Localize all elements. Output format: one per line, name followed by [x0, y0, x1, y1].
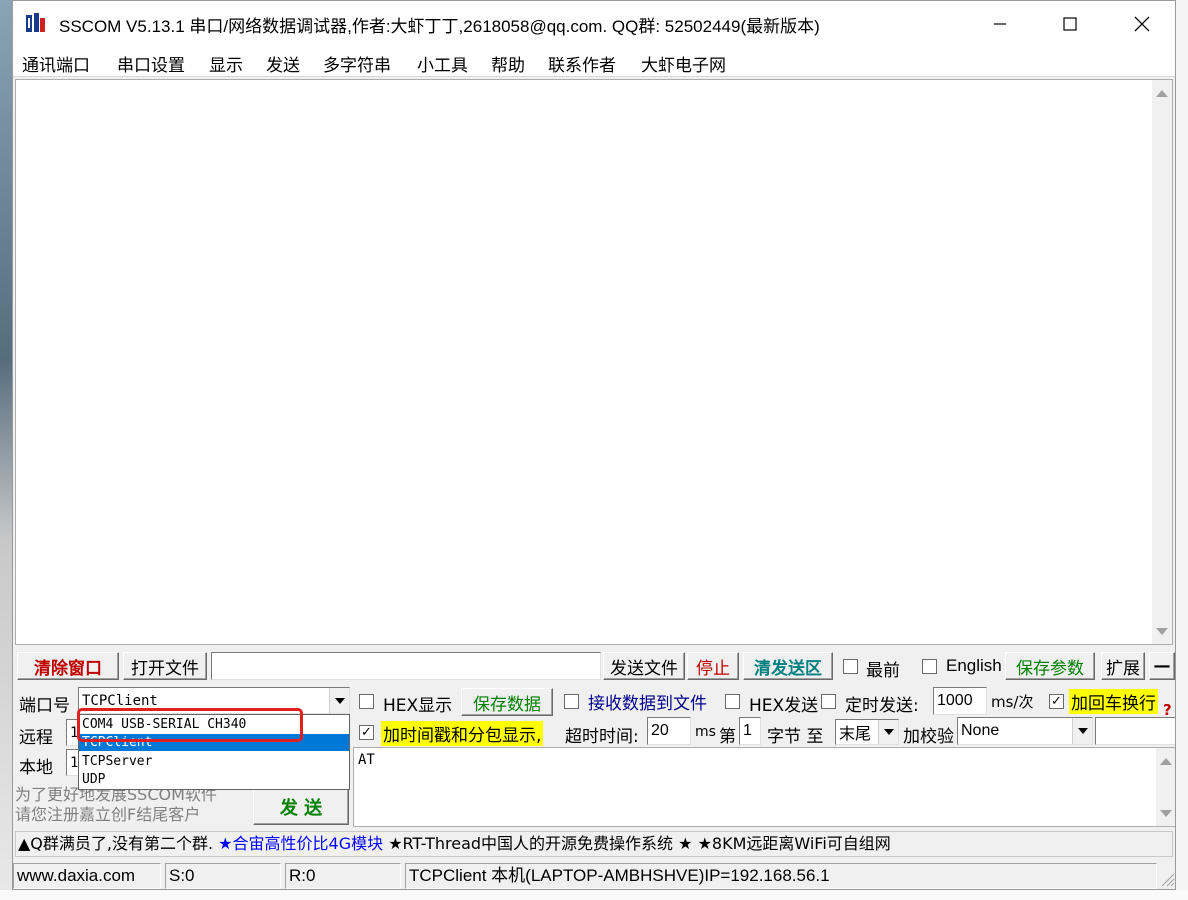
status-connection-info: TCPClient 本机(LAPTOP-AMBHSHVE)IP=192.168.… — [405, 863, 1157, 889]
ticker-part-1: ▲Q群满员了,没有第二个群. — [18, 834, 214, 853]
dropdown-arrow-icon[interactable] — [329, 688, 349, 713]
maximize-button[interactable] — [1035, 1, 1105, 47]
receive-textarea[interactable] — [15, 79, 1173, 645]
checksum-select[interactable]: None — [957, 717, 1093, 745]
timed-send-label: 定时发送: — [845, 696, 919, 716]
recv-to-file-checkbox[interactable] — [564, 694, 579, 709]
add-crlf-checkbox[interactable]: ✓ — [1049, 694, 1064, 709]
sscom-window: SSCOM V5.13.1 串口/网络数据调试器,作者:大虾丁丁,2618058… — [12, 0, 1176, 890]
desktop-background-left — [0, 0, 12, 900]
menu-item-tools[interactable]: 小工具 — [417, 51, 468, 76]
nth-label: 第 — [719, 727, 736, 747]
desktop-background-right — [1176, 0, 1188, 900]
timestamp-label: 加时间戳和分包显示, — [381, 721, 544, 746]
interval-unit-label: ms/次 — [991, 693, 1034, 711]
status-received-count: R:0 — [285, 863, 401, 889]
start-byte-value: 1 — [743, 722, 752, 739]
english-label: English — [946, 656, 1002, 675]
annotation-highlight-box — [77, 708, 303, 742]
checksum-label: 加校验 — [903, 727, 954, 747]
add-crlf-label: 加回车换行 — [1069, 689, 1158, 714]
menu-item-serial-settings[interactable]: 串口设置 — [117, 51, 185, 76]
remote-label: 远程 — [19, 728, 53, 748]
timeout-value: 20 — [651, 722, 669, 739]
port-select-value: TCPClient — [82, 692, 158, 709]
menu-item-help[interactable]: 帮助 — [491, 51, 525, 76]
resize-grip-icon[interactable] — [1159, 871, 1175, 887]
scroll-down-arrow-icon[interactable] — [1156, 628, 1168, 635]
dropdown-arrow-icon[interactable] — [878, 720, 898, 744]
menu-item-display[interactable]: 显示 — [209, 51, 243, 76]
interval-input[interactable]: 1000 — [933, 687, 987, 715]
window-title: SSCOM V5.13.1 串口/网络数据调试器,作者:大虾丁丁,2618058… — [59, 17, 820, 36]
local-label: 本地 — [19, 758, 53, 778]
hex-display-label: HEX显示 — [383, 696, 453, 716]
save-params-button[interactable]: 保存参数 — [1005, 652, 1095, 680]
file-path-input[interactable] — [211, 652, 601, 680]
checksum-result-field — [1095, 717, 1175, 745]
port-option-udp[interactable]: UDP — [79, 771, 349, 788]
hex-display-checkbox[interactable] — [359, 694, 374, 709]
byte-to-label: 字节 至 — [767, 727, 824, 747]
news-ticker[interactable]: ▲Q群满员了,没有第二个群. ★合宙高性价比4G模块 ★RT-Thread中国人… — [15, 831, 1173, 857]
close-icon — [1134, 16, 1150, 32]
minimize-button[interactable] — [965, 1, 1035, 47]
menu-item-multi-string[interactable]: 多字符串 — [323, 51, 391, 76]
menu-bar: 通讯端口 串口设置 显示 发送 多字符串 小工具 帮助 联系作者 大虾电子网 — [13, 47, 1175, 77]
promo-notice[interactable]: 为了更好地发展SSCOM软件 请您注册嘉立创F结尾客户 — [15, 785, 217, 825]
scroll-up-arrow-icon[interactable] — [1156, 90, 1168, 97]
send-textarea[interactable]: AT — [353, 747, 1175, 827]
minimize-icon — [994, 23, 1006, 25]
receive-scrollbar[interactable] — [1152, 80, 1172, 644]
status-sent-count: S:0 — [165, 863, 281, 889]
timeout-unit-label: ms — [695, 724, 716, 740]
end-select[interactable]: 末尾 — [835, 719, 899, 745]
ticker-part-3: ★RT-Thread中国人的开源免费操作系统 ★ ★8KM远距离WiFi可自组网 — [388, 834, 891, 853]
checksum-select-value: None — [961, 722, 1000, 739]
port-option-tcpserver[interactable]: TCPServer — [79, 753, 349, 770]
timed-send-checkbox[interactable] — [821, 694, 836, 709]
timeout-label: 超时时间: — [565, 727, 639, 747]
sscom-app-icon — [26, 13, 45, 32]
title-bar[interactable]: SSCOM V5.13.1 串口/网络数据调试器,作者:大虾丁丁,2618058… — [13, 1, 1175, 47]
send-text: AT — [358, 752, 375, 768]
menu-item-send[interactable]: 发送 — [266, 51, 300, 76]
status-bar: www.daxia.com S:0 R:0 TCPClient 本机(LAPTO… — [13, 861, 1175, 889]
clear-window-button[interactable]: 清除窗口 — [17, 652, 119, 680]
start-byte-input[interactable]: 1 — [739, 717, 761, 745]
maximize-icon — [1063, 17, 1077, 31]
english-checkbox[interactable] — [922, 659, 937, 674]
hex-send-checkbox[interactable] — [725, 694, 740, 709]
desktop-background-bottom — [0, 890, 1188, 900]
stop-button[interactable]: 停止 — [687, 652, 739, 680]
hex-send-label: HEX发送 — [749, 696, 819, 716]
promo-line-2: 请您注册嘉立创F结尾客户 — [15, 805, 201, 824]
recv-to-file-label: 接收数据到文件 — [588, 694, 707, 714]
interval-value: 1000 — [937, 692, 973, 709]
clear-send-button[interactable]: 清发送区 — [743, 652, 833, 680]
scroll-up-arrow-icon[interactable] — [1160, 758, 1172, 765]
open-file-button[interactable]: 打开文件 — [123, 652, 207, 680]
save-data-button[interactable]: 保存数据 — [461, 688, 553, 716]
status-website-link[interactable]: www.daxia.com — [13, 863, 161, 889]
send-scrollbar[interactable] — [1156, 748, 1175, 826]
timestamp-checkbox[interactable]: ✓ — [359, 725, 374, 740]
port-label: 端口号 — [19, 696, 70, 716]
ticker-part-2: ★合宙高性价比4G模块 — [218, 834, 384, 853]
send-button[interactable]: 发 送 — [253, 789, 349, 825]
close-button[interactable] — [1107, 1, 1175, 47]
menu-item-daxia-site[interactable]: 大虾电子网 — [641, 51, 726, 76]
send-file-button[interactable]: 发送文件 — [603, 652, 685, 680]
topmost-label: 最前 — [866, 661, 900, 681]
scroll-down-arrow-icon[interactable] — [1160, 810, 1172, 817]
timeout-input[interactable]: 20 — [647, 717, 691, 745]
collapse-button[interactable]: — — [1149, 652, 1175, 680]
menu-item-contact-author[interactable]: 联系作者 — [548, 51, 616, 76]
topmost-checkbox[interactable] — [843, 659, 858, 674]
expand-button[interactable]: 扩展 — [1101, 652, 1145, 680]
menu-item-comm-port[interactable]: 通讯端口 — [22, 51, 90, 76]
dropdown-arrow-icon[interactable] — [1072, 718, 1092, 744]
end-select-value: 末尾 — [839, 724, 872, 743]
